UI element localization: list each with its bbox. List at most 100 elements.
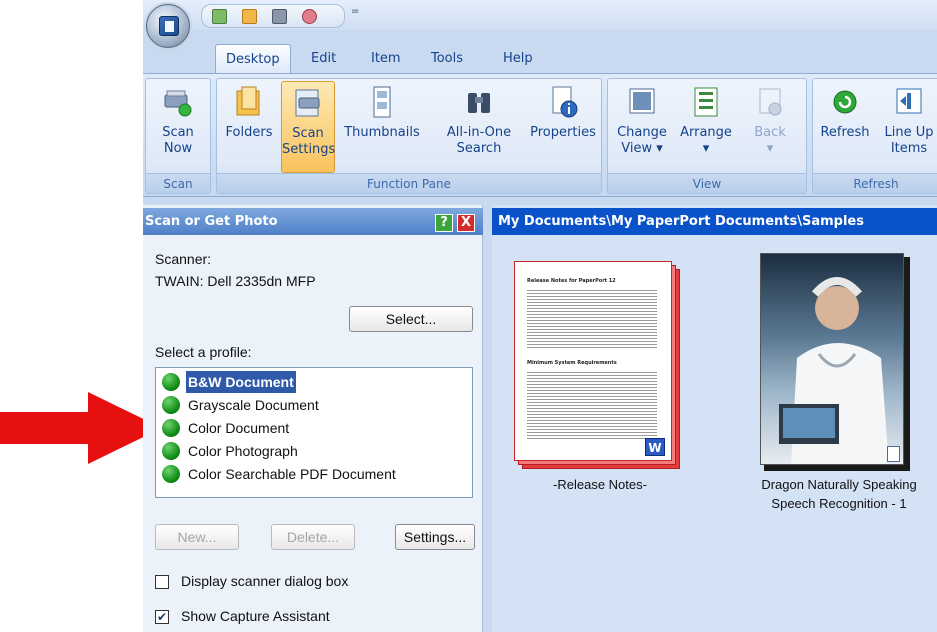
ribbon-tabs: Desktop Edit Item Tools Help — [143, 36, 937, 74]
select-scanner-button[interactable]: Select... — [349, 306, 473, 332]
change-view-dropdown-icon: ▾ — [656, 141, 663, 156]
line-up-items-icon — [896, 88, 922, 114]
folder-path-bar: My Documents\My PaperPort Documents\Samp… — [492, 208, 937, 235]
properties-label: Properties — [530, 125, 596, 140]
show-capture-assistant-checkbox[interactable]: ✔ — [155, 610, 169, 624]
doctor-photo-illustration — [779, 277, 889, 464]
scan-icon[interactable] — [212, 9, 227, 24]
scan-settings-icon — [295, 89, 320, 117]
document-page: Release Notes for PaperPort 12 Minimum S… — [514, 261, 672, 461]
thumbnails-icon — [373, 86, 391, 118]
scan-settings-label: Scan Settings — [282, 126, 336, 157]
group-view: Change View ▾ Arrange ▾ Back ▾ View — [607, 78, 807, 194]
delete-profile-button[interactable]: Delete... — [271, 524, 355, 550]
back-label: Back — [754, 125, 786, 140]
green-circle-icon — [162, 442, 180, 460]
refresh-button[interactable]: Refresh — [815, 81, 875, 173]
profile-name: Grayscale Document — [188, 397, 319, 413]
back-icon — [759, 88, 782, 116]
green-circle-icon — [162, 396, 180, 414]
undo-icon[interactable] — [302, 9, 317, 24]
new-profile-button[interactable]: New... — [155, 524, 239, 550]
group-refresh: Refresh Line Up Items Refresh — [812, 78, 937, 194]
folders-button[interactable]: Folders — [223, 81, 275, 173]
display-scanner-dialog-label: Display scanner dialog box — [181, 573, 349, 589]
profile-name: Color Searchable PDF Document — [188, 466, 396, 482]
refresh-label: Refresh — [820, 125, 870, 140]
tab-help[interactable]: Help — [493, 44, 543, 74]
back-dropdown-icon: ▾ — [766, 141, 774, 156]
profile-name: Color Photograph — [188, 443, 298, 459]
release-notes-thumbnail[interactable]: Release Notes for PaperPort 12 Minimum S… — [514, 261, 684, 471]
document-text-lines — [527, 370, 657, 440]
group-scan-label: Scan — [146, 173, 210, 193]
properties-icon — [552, 86, 578, 118]
pane-title: Scan or Get Photo — [145, 214, 278, 229]
title-bar: = — [143, 0, 937, 30]
application-menu-button[interactable] — [146, 4, 190, 48]
group-function-pane-label: Function Pane — [217, 173, 601, 193]
profile-name: B&W Document — [186, 371, 296, 393]
group-scan: Scan Now Scan — [145, 78, 211, 194]
scan-settings-button[interactable]: Scan Settings — [281, 81, 335, 173]
dragon-photo-thumbnail[interactable] — [760, 253, 910, 471]
tab-tools[interactable]: Tools — [421, 44, 473, 74]
quick-access-dropdown[interactable]: = — [351, 6, 359, 17]
document-title: Release Notes for PaperPort 12 — [527, 278, 616, 284]
all-in-one-search-label: All-in-One Search — [446, 125, 512, 156]
arrange-icon — [694, 87, 718, 117]
help-button[interactable]: ? — [435, 214, 453, 232]
close-pane-button[interactable]: X — [457, 214, 475, 232]
scanner-icon — [164, 90, 192, 117]
binoculars-icon — [468, 93, 490, 113]
group-function-pane: Folders Scan Settings Thumbnails All-in-… — [216, 78, 602, 194]
folders-label: Folders — [225, 125, 273, 140]
profile-settings-button[interactable]: Settings... — [395, 524, 475, 550]
refresh-icon — [833, 90, 857, 114]
change-view-icon — [629, 88, 655, 114]
arrange-button[interactable]: Arrange ▾ — [676, 81, 736, 173]
folder-icon[interactable] — [242, 9, 257, 24]
back-button[interactable]: Back ▾ — [742, 81, 798, 173]
paperport-logo-icon — [159, 16, 179, 36]
group-refresh-label: Refresh — [813, 173, 937, 193]
profile-list[interactable]: B&W Document Grayscale Document Color Do… — [155, 367, 473, 498]
scanner-label: Scanner: — [155, 251, 212, 267]
profile-label: Select a profile: — [155, 344, 252, 360]
display-scanner-dialog-checkbox[interactable] — [155, 575, 169, 589]
print-icon[interactable] — [272, 9, 287, 24]
profile-name: Color Document — [188, 420, 290, 436]
line-up-items-button[interactable]: Line Up Items — [877, 81, 937, 173]
green-circle-icon — [162, 419, 180, 437]
document-heading: Minimum System Requirements — [527, 360, 617, 366]
thumbnails-button[interactable]: Thumbnails — [339, 81, 425, 173]
all-in-one-search-button[interactable]: All-in-One Search — [435, 81, 523, 173]
arrange-dropdown-icon: ▾ — [702, 141, 710, 156]
paperport-window: = Desktop Edit Item Tools Help Scan Now … — [143, 0, 937, 632]
change-view-label: Change View ▾ — [612, 125, 672, 157]
scanner-name: TWAIN: Dell 2335dn MFP — [155, 273, 316, 289]
quick-access-toolbar — [201, 4, 345, 28]
folders-icon — [236, 86, 260, 116]
tab-item[interactable]: Item — [361, 44, 411, 74]
thumbnails-label: Thumbnails — [344, 125, 420, 140]
release-notes-label: -Release Notes- — [553, 477, 647, 492]
tab-edit[interactable]: Edit — [301, 44, 346, 74]
line-up-items-label: Line Up Items — [884, 125, 934, 156]
document-page-icon — [887, 446, 900, 462]
ribbon: Scan Now Scan Folders Scan Settings Thum… — [143, 73, 937, 197]
change-view-button[interactable]: Change View ▾ — [612, 81, 672, 173]
group-view-label: View — [608, 173, 806, 193]
tab-desktop[interactable]: Desktop — [215, 44, 291, 74]
arrange-label: Arrange — [680, 125, 732, 140]
desktop-view: My Documents\My PaperPort Documents\Samp… — [492, 205, 937, 632]
word-document-icon: W — [645, 438, 665, 456]
annotation-arrow — [0, 392, 162, 464]
dragon-item-label: Dragon Naturally Speaking Speech Recogni… — [761, 477, 917, 511]
properties-button[interactable]: Properties — [525, 81, 601, 173]
scan-now-button[interactable]: Scan Now — [150, 81, 206, 173]
green-circle-icon — [162, 465, 180, 483]
show-capture-assistant-label: Show Capture Assistant — [181, 608, 330, 624]
photo-image — [760, 253, 904, 465]
pane-title-bar: Scan or Get Photo ? X — [143, 208, 483, 235]
